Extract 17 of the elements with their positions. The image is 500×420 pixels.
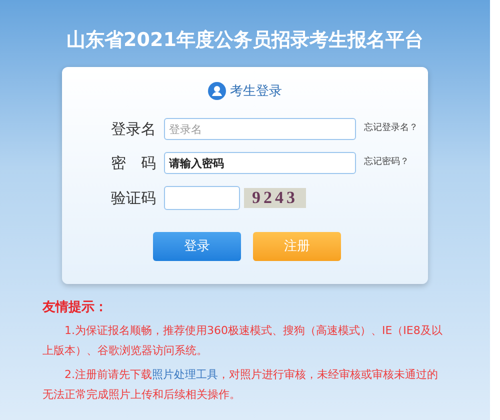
user-icon [208,82,226,100]
field-label: 验证码 [110,188,157,209]
login-button[interactable]: 登录 [153,232,241,261]
page-title: 山东省2021年度公务员招录考生报名平台 [66,28,424,53]
username-input[interactable]: 登录名 [164,118,356,140]
field-label: 密 码 [110,152,157,174]
tips-heading: 友情提示： [42,298,108,316]
tip-text: 1.为保证报名顺畅，推荐使用360极速模式、搜狗（高速模式）、IE（IE8及以上版本）、谷歌浏览器访问系统。 [42,323,444,359]
forgot-link[interactable]: 忘记登录名？ [364,122,418,136]
tip-text: 2.注册前请先下载照片处理工具，对照片进行审核，未经审核或审核未通过的无法正常完成照片上传和后续相关操作。 [42,367,439,403]
password-input[interactable]: 请输入密码 [164,152,356,174]
photo-tool-link[interactable]: 照片处理工具 [152,368,218,381]
card-heading: 考生登录 [230,82,282,100]
field-label: 登录名 [110,118,157,140]
captcha-image[interactable]: 9243 [244,188,306,208]
captcha-input[interactable] [164,186,240,210]
forgot-link[interactable]: 忘记密码？ [364,156,409,170]
